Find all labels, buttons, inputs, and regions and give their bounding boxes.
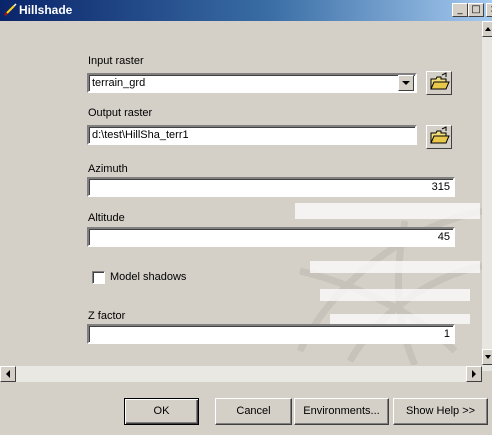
azimuth-value: 315 [431,181,450,193]
input-raster-combobox[interactable]: terrain_grd [87,73,417,93]
azimuth-input[interactable]: 315 [87,177,455,197]
chevron-down-icon [485,355,491,359]
input-raster-dropdown-button[interactable] [398,75,414,91]
output-raster-value: d:\test\HillSha_terr1 [92,129,189,141]
scroll-down-button[interactable] [482,349,492,365]
cancel-button[interactable]: Cancel [215,398,292,425]
model-shadows-checkbox[interactable] [92,271,105,284]
z-factor-input[interactable]: 1 [87,324,455,344]
chevron-up-icon [485,27,491,31]
hillshade-tool-icon [4,3,17,16]
z-factor-value: 1 [443,328,450,340]
close-button[interactable]: × [486,3,492,17]
scroll-right-button[interactable] [466,366,482,382]
z-factor-label: Z factor [88,310,126,322]
scroll-up-button[interactable] [482,21,492,37]
chevron-down-icon [402,81,410,85]
azimuth-label: Azimuth [88,163,128,175]
chevron-left-icon [6,370,10,378]
output-raster-input[interactable]: d:\test\HillSha_terr1 [87,125,417,145]
hillshade-dialog: Hillshade _ □ × Input raster terrain_grd [0,0,492,435]
input-raster-browse-button[interactable] [426,71,452,95]
title-bar[interactable]: Hillshade _ □ × [0,0,492,21]
parameters-panel: Input raster terrain_grd Output raster d… [0,21,482,365]
model-shadows-label[interactable]: Model shadows [110,271,186,283]
output-raster-browse-button[interactable] [426,125,452,149]
minimize-icon: _ [457,4,463,15]
open-folder-icon [430,72,450,90]
maximize-button[interactable]: □ [468,3,484,17]
window-title: Hillshade [19,3,73,17]
altitude-input[interactable]: 45 [87,227,455,247]
altitude-label: Altitude [88,212,125,224]
vertical-scrollbar[interactable] [482,21,492,371]
input-raster-label: Input raster [88,55,144,67]
ok-button[interactable]: OK [124,398,199,425]
chevron-right-icon [472,370,476,378]
show-help-button[interactable]: Show Help >> [393,398,488,425]
input-raster-value: terrain_grd [92,77,146,89]
horizontal-scrollbar[interactable] [0,365,482,382]
open-folder-icon [430,126,450,144]
altitude-value: 45 [437,231,450,243]
maximize-icon: □ [471,4,481,15]
output-raster-label: Output raster [88,107,153,119]
scroll-left-button[interactable] [0,366,16,382]
environments-button[interactable]: Environments... [294,398,389,425]
button-bar: OK Cancel Environments... Show Help >> [0,382,492,435]
minimize-button[interactable]: _ [452,3,468,17]
